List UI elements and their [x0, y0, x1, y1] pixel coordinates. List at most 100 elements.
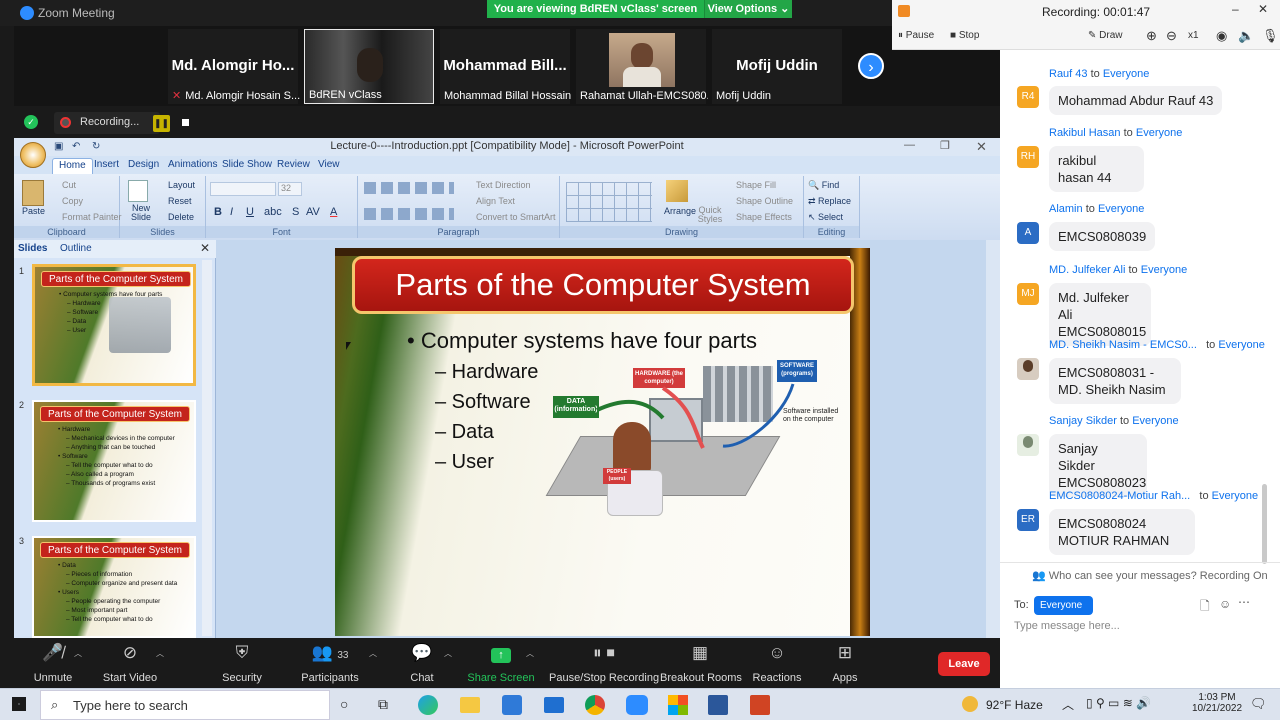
shape-outline-button[interactable]: Shape Outline: [736, 196, 793, 206]
editor-scrollbar[interactable]: [986, 240, 1000, 638]
arrange-button[interactable]: Arrange: [664, 206, 696, 216]
tab-slides[interactable]: Slides: [18, 243, 47, 254]
find-button[interactable]: 🔍 Find: [808, 180, 839, 191]
mail-icon[interactable]: [544, 697, 564, 713]
windows-start-icon[interactable]: [12, 697, 26, 711]
office-app-icon[interactable]: [668, 695, 688, 715]
close-window-button[interactable]: ✕: [976, 139, 987, 155]
shape-effects-button[interactable]: Shape Effects: [736, 212, 792, 222]
undo-icon[interactable]: ↶: [72, 141, 80, 152]
cut-button[interactable]: Cut: [62, 180, 76, 190]
notifications-icon[interactable]: 🗨: [1250, 696, 1267, 712]
redo-icon[interactable]: ↻: [92, 141, 100, 152]
participants-button[interactable]: 👥 33 Participants: [290, 642, 370, 684]
font-size-field[interactable]: 32: [278, 182, 302, 196]
emoji-icon[interactable]: ☺: [1219, 597, 1231, 611]
pane-scrollbar[interactable]: [202, 260, 212, 636]
copy-button[interactable]: Copy: [62, 196, 83, 206]
word-icon[interactable]: [708, 695, 728, 715]
shape-fill-button[interactable]: Shape Fill: [736, 180, 776, 190]
reset-button[interactable]: Reset: [168, 196, 192, 206]
quick-styles-button[interactable]: Quick Styles: [696, 206, 724, 224]
slide-thumbnail-3[interactable]: Parts of the Computer System • Data – Pi…: [32, 536, 196, 638]
tab-animations[interactable]: Animations: [162, 158, 223, 174]
file-icon[interactable]: 🗋: [1200, 597, 1210, 618]
message-input[interactable]: Type message here...: [1014, 620, 1264, 640]
slide-canvas[interactable]: Parts of the Computer System • Computer …: [335, 248, 870, 636]
select-button[interactable]: ↖ Select: [808, 212, 843, 223]
tab-slide-show[interactable]: Slide Show: [216, 158, 278, 174]
new-slide-button[interactable]: New Slide: [128, 204, 154, 222]
tab-outline[interactable]: Outline: [60, 243, 92, 254]
pause-stop-recording-button[interactable]: ⏸ ⏹ Pause/Stop Recording: [549, 642, 659, 684]
tab-review[interactable]: Review: [271, 158, 316, 174]
tray-icons[interactable]: ▯ ⚲ ▭ ≋ 🔊: [1086, 696, 1151, 710]
apps-button[interactable]: ⊞ Apps: [805, 642, 885, 684]
chat-scrollbar[interactable]: [1262, 484, 1267, 564]
pause-button[interactable]: ⏸ Pause: [898, 30, 934, 41]
zoom-out-icon[interactable]: ⊖: [1166, 28, 1177, 44]
clock[interactable]: 1:03 PM 10/21/2022: [1190, 692, 1244, 714]
font-color-button[interactable]: A: [330, 206, 337, 218]
participant-tile[interactable]: Mohammad Bill... Mohammad Billal Hossain: [440, 29, 571, 104]
microphone-icon[interactable]: 🎙: [1262, 28, 1279, 44]
next-participants-button[interactable]: ›: [858, 53, 884, 79]
audio-options-caret[interactable]: ︿: [74, 648, 82, 659]
underline-button[interactable]: U: [246, 206, 254, 218]
task-view-icon[interactable]: ⧉: [378, 696, 388, 713]
italic-button[interactable]: I: [230, 206, 233, 218]
chrome-icon[interactable]: [585, 695, 605, 715]
paste-button[interactable]: Paste: [22, 206, 45, 216]
close-panel-button[interactable]: ✕: [1258, 2, 1268, 16]
video-options-caret[interactable]: ︿: [156, 648, 164, 659]
zoom-in-icon[interactable]: ⊕: [1146, 28, 1157, 44]
participant-tile[interactable]: Md. Alomgir Ho... ✕ Md. Alomgir Hosain S.…: [168, 29, 300, 104]
layout-button[interactable]: Layout: [168, 180, 195, 190]
breakout-rooms-button[interactable]: ▦ Breakout Rooms: [660, 642, 742, 684]
convert-smartart-button[interactable]: Convert to SmartArt: [476, 212, 556, 222]
cortana-icon[interactable]: ○: [340, 696, 348, 712]
more-icon[interactable]: ⋯: [1238, 595, 1250, 609]
draw-button[interactable]: ✎ Draw: [1088, 30, 1123, 41]
tab-insert[interactable]: Insert: [88, 158, 125, 174]
character-spacing-button[interactable]: AV: [306, 206, 320, 218]
slide-thumbnail-2[interactable]: Parts of the Computer System • Hardware …: [32, 400, 196, 522]
list-buttons[interactable]: [364, 182, 454, 194]
tray-chevron-icon[interactable]: ︿: [1062, 696, 1074, 713]
maximize-button[interactable]: ❐: [940, 139, 950, 152]
share-options-caret[interactable]: ︿: [526, 648, 534, 659]
recipient-dropdown[interactable]: Everyone ⌄: [1034, 596, 1093, 630]
slide-thumbnail-1[interactable]: Parts of the Computer System • Computer …: [32, 264, 196, 386]
format-painter-button[interactable]: Format Painter: [62, 212, 122, 222]
delete-button[interactable]: Delete: [168, 212, 194, 222]
zoom-app-icon[interactable]: [626, 695, 648, 715]
edge-icon[interactable]: [418, 695, 438, 715]
chat-options-caret[interactable]: ︿: [444, 648, 452, 659]
stop-button[interactable]: ■ Stop: [950, 30, 979, 41]
alignment-buttons[interactable]: [364, 208, 454, 220]
office-button[interactable]: [20, 142, 46, 168]
security-button[interactable]: ⛨ Security: [202, 642, 282, 684]
stop-recording-button[interactable]: [182, 119, 189, 126]
speaker-icon[interactable]: 🔈: [1238, 28, 1254, 44]
participants-options-caret[interactable]: ︿: [369, 648, 377, 659]
tab-design[interactable]: Design: [122, 158, 165, 174]
store-icon[interactable]: [502, 695, 522, 715]
minimize-panel-button[interactable]: –: [1232, 2, 1239, 16]
powerpoint-icon[interactable]: [750, 695, 770, 715]
webcam-icon[interactable]: ◉: [1216, 28, 1227, 44]
bold-button[interactable]: B: [214, 206, 222, 218]
align-text-button[interactable]: Align Text: [476, 196, 515, 206]
weather-text[interactable]: 92°F Haze: [986, 698, 1043, 712]
leave-button[interactable]: Leave: [938, 652, 990, 676]
text-direction-button[interactable]: Text Direction: [476, 180, 531, 190]
tab-view[interactable]: View: [312, 158, 346, 174]
close-pane-icon[interactable]: ✕: [200, 241, 210, 255]
shadow-button[interactable]: S: [292, 206, 299, 218]
tab-home[interactable]: Home: [52, 158, 93, 174]
file-explorer-icon[interactable]: [460, 697, 480, 713]
taskbar-search[interactable]: ⌕ Type here to search: [40, 690, 330, 720]
view-options-button[interactable]: View Options ⌄: [704, 0, 792, 18]
participant-tile[interactable]: Mofij Uddin Mofij Uddin: [712, 29, 842, 104]
font-name-field[interactable]: [210, 182, 276, 196]
